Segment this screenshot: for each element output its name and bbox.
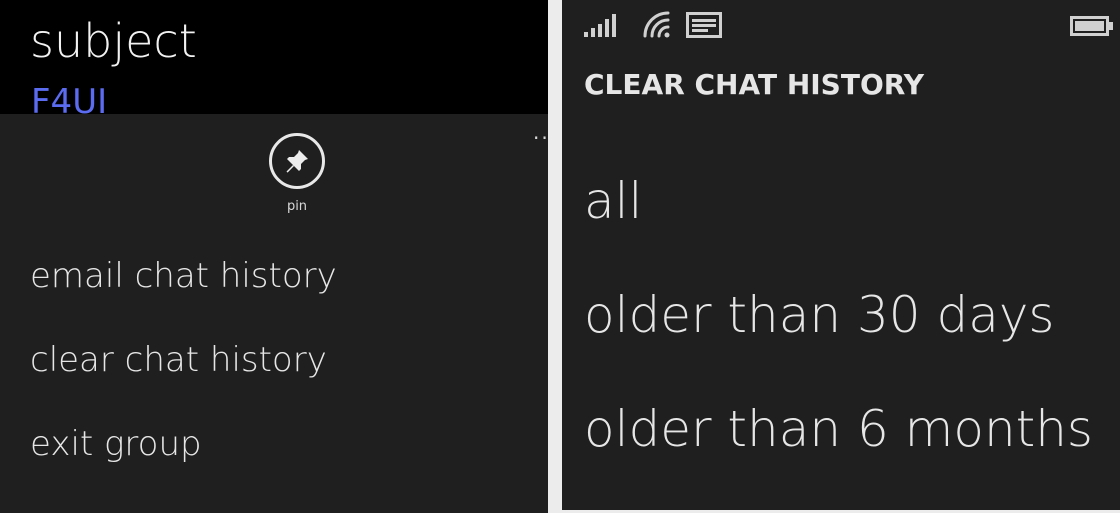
option-older-than-6-months[interactable]: older than 6 months [584,400,1093,458]
pin-button[interactable]: pin [265,133,329,223]
clear-chat-history-screen: CLEAR CHAT HISTORY all older than 30 day… [562,0,1120,510]
menu-item-exit-group[interactable]: exit group [30,424,202,464]
wifi-icon [643,11,670,38]
status-bar [562,0,1120,50]
option-all[interactable]: all [584,172,642,230]
page-title: subject [30,14,197,68]
option-older-than-30-days[interactable]: older than 30 days [584,286,1054,344]
menu-item-clear-chat-history[interactable]: clear chat history [30,340,327,380]
pin-label: pin [286,199,308,214]
group-name: F4UI [31,82,108,114]
battery-icon [1070,16,1113,36]
pin-icon [269,133,325,189]
group-app-bar-menu-screen: subject F4UI .. pin email chat history c… [0,0,548,513]
menu-item-email-chat-history[interactable]: email chat history [30,256,337,296]
message-icon [686,12,722,38]
page-header: subject F4UI [0,0,548,114]
more-options-ellipsis[interactable]: .. [533,120,548,144]
dialog-title: CLEAR CHAT HISTORY [584,68,925,101]
signal-icon [584,14,616,37]
